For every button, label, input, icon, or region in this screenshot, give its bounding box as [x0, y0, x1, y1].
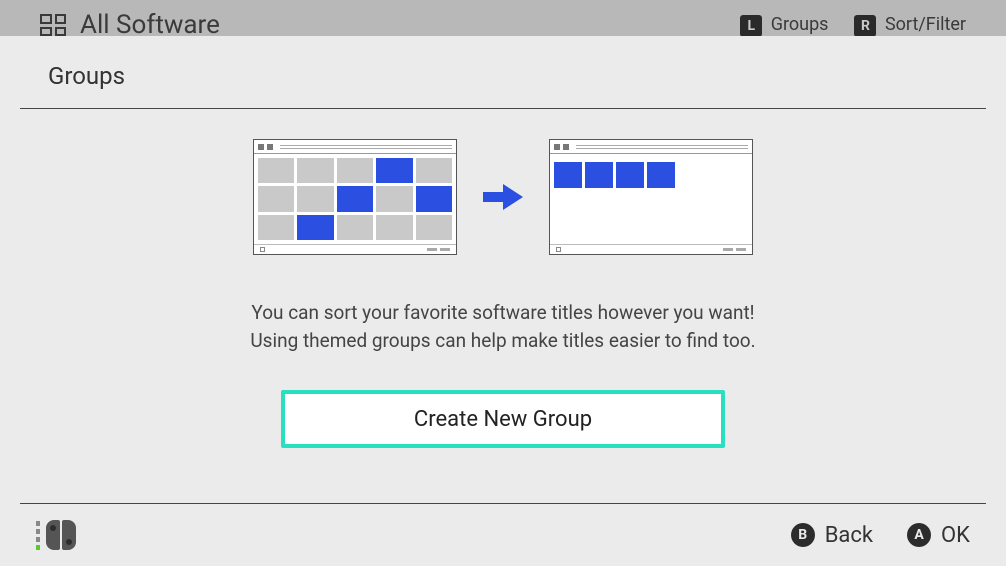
arrow-right-icon [483, 182, 523, 212]
description-line-2: Using themed groups can help make titles… [250, 327, 755, 355]
bg-action-sort: R Sort/Filter [854, 14, 966, 37]
b-button-icon: B [791, 523, 815, 547]
ok-button[interactable]: A OK [907, 523, 970, 548]
background-actions: L Groups R Sort/Filter [740, 14, 966, 37]
illustration-row [253, 139, 753, 255]
illustration-before [253, 139, 457, 255]
divider [20, 108, 986, 109]
modal-content: You can sort your favorite software titl… [0, 109, 1006, 448]
description-line-1: You can sort your favorite software titl… [250, 299, 755, 327]
l-key-icon: L [740, 15, 762, 37]
description: You can sort your favorite software titl… [250, 299, 755, 354]
back-label: Back [825, 523, 873, 548]
r-key-icon: R [854, 15, 876, 37]
bg-action-groups: L Groups [740, 14, 828, 37]
controller-status-icon [36, 520, 76, 550]
a-button-icon: A [907, 523, 931, 547]
create-new-group-button[interactable]: Create New Group [281, 390, 725, 448]
ok-label: OK [941, 523, 970, 548]
grid-icon [40, 14, 66, 36]
footer-bar: B Back A OK [0, 504, 1006, 566]
illustration-after [549, 139, 753, 255]
back-button[interactable]: B Back [791, 523, 873, 548]
groups-modal: Groups [0, 36, 1006, 566]
modal-title: Groups [0, 36, 1006, 108]
